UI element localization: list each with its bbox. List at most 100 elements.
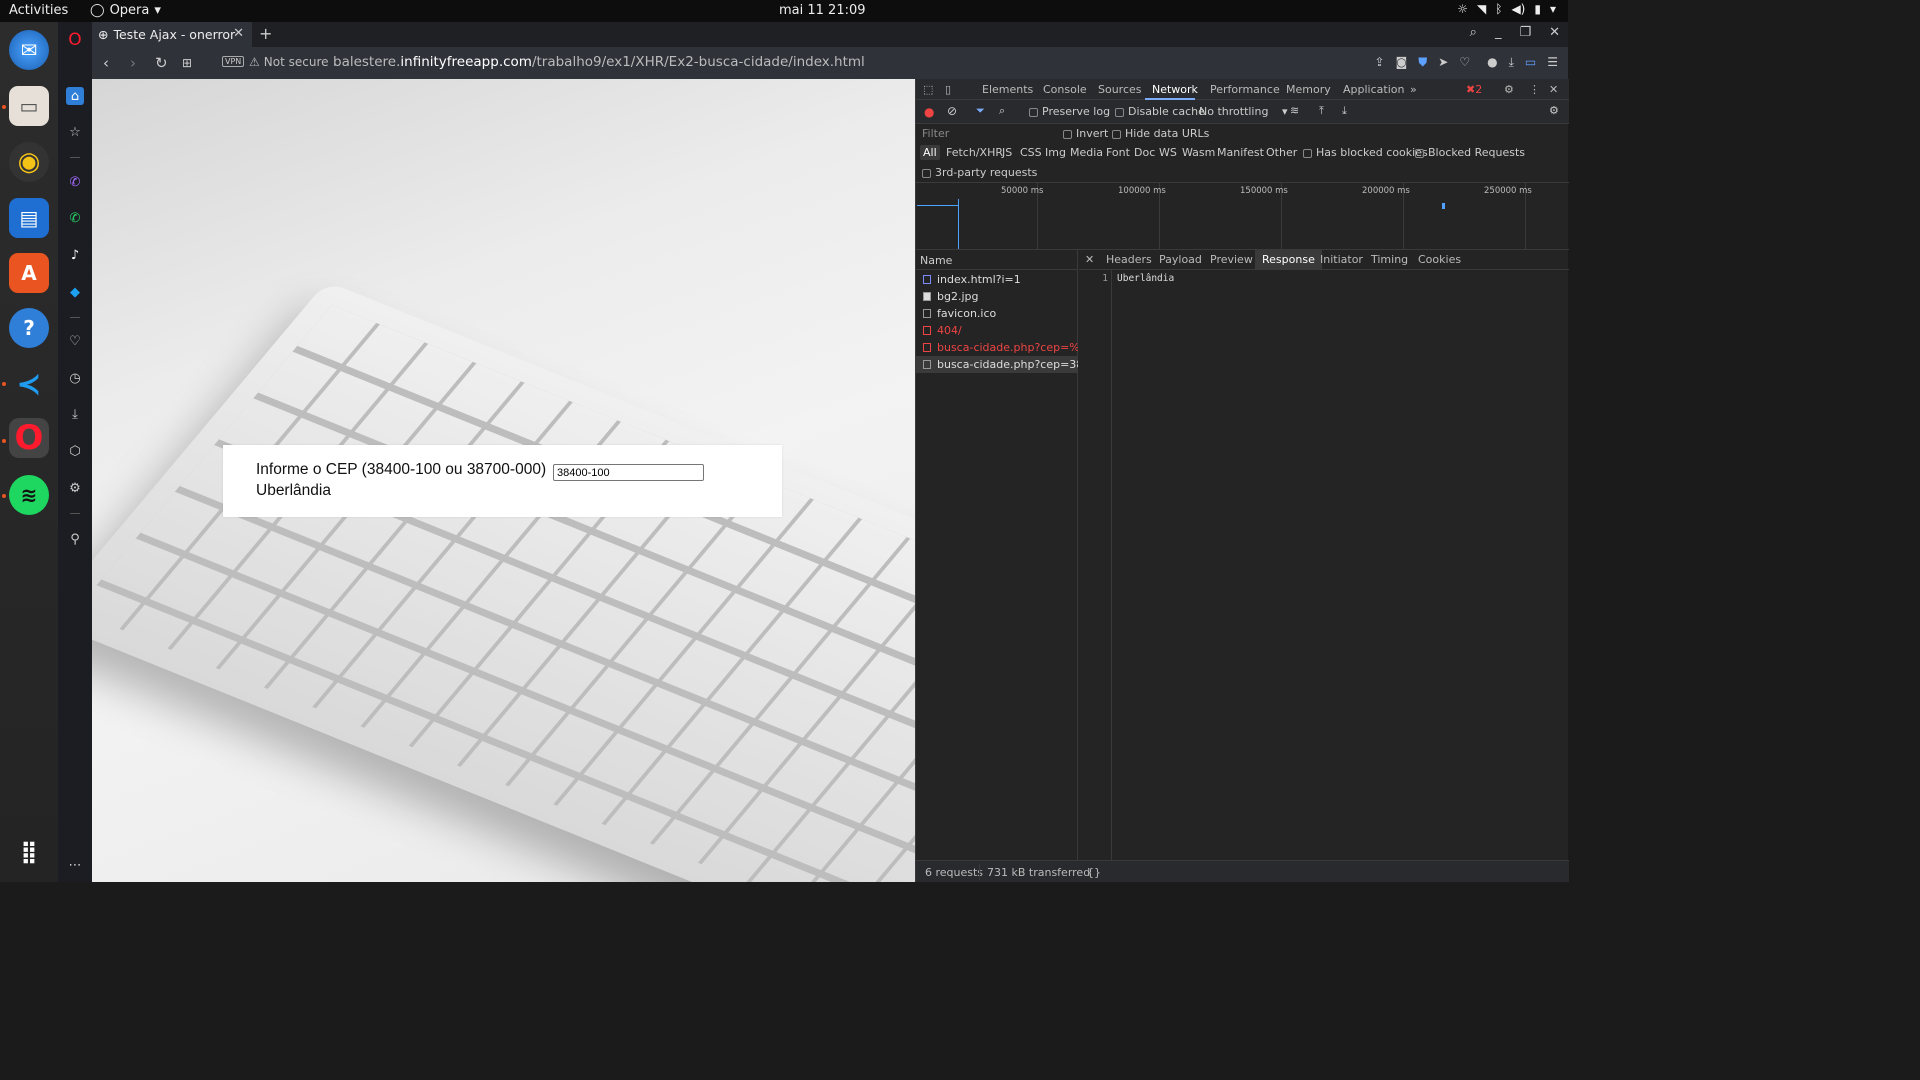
request-row[interactable]: busca-cidade.php?cep=%203... [916,339,1078,356]
detail-tab-cookies[interactable]: Cookies [1418,253,1461,266]
battery-saver-icon[interactable]: ▭ [1525,55,1536,70]
error-count-badge[interactable]: ✖2 [1466,83,1482,96]
throttling-select[interactable]: No throttling ▾ [1199,105,1287,118]
tab-network[interactable]: Network [1152,83,1198,96]
brightness-icon[interactable]: ☼ [1457,2,1468,16]
export-har-icon[interactable]: ⤓ [1342,104,1347,118]
minimize-icon[interactable]: _ [1495,25,1502,40]
download-icon[interactable]: ⤓ [1509,55,1514,70]
forward-icon[interactable]: › [130,54,136,72]
detail-tab-response[interactable]: Response [1255,250,1322,270]
shield-icon[interactable]: ⛊ [1418,55,1427,70]
request-row[interactable]: 404/ [916,322,1078,339]
star-icon[interactable]: ☆ [66,123,84,141]
type-filter-js[interactable]: JS [1002,146,1012,159]
close-devtools-icon[interactable]: ✕ [1549,83,1558,96]
bluetooth-icon[interactable]: ᛒ [1495,2,1502,16]
history-icon[interactable]: ◷ [66,369,84,387]
tab-application[interactable]: Application [1343,83,1404,96]
detail-tab-payload[interactable]: Payload [1159,253,1202,266]
settings-gear-icon[interactable]: ⚙ [1504,83,1514,96]
vscode-icon[interactable]: ≺ [9,364,49,404]
restore-icon[interactable]: ❐ [1519,25,1531,40]
heart-icon[interactable]: ♡ [1459,55,1470,70]
new-tab-icon[interactable]: + [259,24,272,43]
detail-tab-headers[interactable]: Headers [1106,253,1152,266]
help-icon[interactable]: ? [9,308,49,348]
downloads-icon[interactable]: ⤓ [66,405,84,423]
detail-tab-timing[interactable]: Timing [1371,253,1408,266]
extensions-icon[interactable]: ⬡ [66,442,84,460]
type-filter-manifest[interactable]: Manifest [1217,146,1264,159]
type-filter-doc[interactable]: Doc [1134,146,1155,159]
vpn-badge[interactable]: VPN [222,56,245,67]
pretty-print-button[interactable]: {} [1087,866,1101,879]
close-detail-icon[interactable]: ✕ [1085,253,1094,266]
type-filter-other[interactable]: Other [1266,146,1297,159]
type-filter-all[interactable]: All [920,145,940,160]
name-column-header[interactable]: Name [916,250,1078,270]
home-icon[interactable]: ⌂ [66,87,84,105]
type-filter-ws[interactable]: WS [1159,146,1177,159]
device-toolbar-icon[interactable]: ▯ [945,83,951,96]
type-filter-media[interactable]: Media [1070,146,1103,159]
settings-icon[interactable]: ⚙ [66,479,84,497]
preserve-log-checkbox[interactable]: Preserve log [1029,105,1110,118]
back-icon[interactable]: ‹ [103,54,109,72]
system-clock[interactable]: mai 11 21:09 [779,3,866,18]
activities-button[interactable]: Activities [9,3,68,18]
filter-input[interactable]: Filter [922,127,949,140]
close-window-icon[interactable]: ✕ [1549,25,1560,40]
detail-tab-initiator[interactable]: Initiator [1320,253,1363,266]
app-menu[interactable]: ◯ Opera ▾ [90,3,161,18]
camera-icon[interactable]: ◙ [1396,55,1408,70]
power-menu-icon[interactable]: ▾ [1550,2,1556,16]
invert-checkbox[interactable]: Invert [1063,127,1108,140]
rhythmbox-icon[interactable]: ◉ [9,142,49,182]
battery-icon[interactable]: ▮ [1534,2,1541,16]
tab-elements[interactable]: Elements [982,83,1033,96]
whatsapp-icon[interactable]: ✆ [66,209,84,227]
type-filter-css[interactable]: CSS [1020,146,1042,159]
record-icon[interactable]: ● [924,105,934,119]
security-indicator[interactable]: ⚠ Not secure [249,55,329,69]
search-tabs-icon[interactable]: ⌕ [1470,25,1477,40]
tab-memory[interactable]: Memory [1286,83,1331,96]
tab-grid-icon[interactable]: ⊞ [182,56,192,70]
has-blocked-cookies-checkbox[interactable]: Has blocked cookies [1303,146,1428,159]
reload-icon[interactable]: ↻ [155,54,168,72]
network-conditions-icon[interactable]: ≋ [1290,104,1299,117]
send-icon[interactable]: ➤ [1438,55,1448,70]
tab-console[interactable]: Console [1043,83,1087,96]
wifi-icon[interactable]: ◥ [1477,2,1486,16]
close-tab-icon[interactable]: ✕ [233,26,244,41]
lightbulb-icon[interactable]: ⚲ [66,530,84,548]
response-viewer[interactable]: 1 Uberlândia [1079,270,1569,860]
thunderbird-icon[interactable]: ✉ [9,30,49,70]
browser-tab[interactable]: ⊕ Teste Ajax - onerror ✕ [92,22,252,47]
request-row[interactable]: favicon.ico [916,305,1078,322]
type-filter-img[interactable]: Img [1045,146,1066,159]
request-row[interactable]: busca-cidade.php?cep=3840... [916,356,1078,373]
spotify-icon[interactable]: ≋ [9,475,49,515]
url-field[interactable]: balestere.infinityfreeapp.com/trabalho9/… [333,54,865,70]
kebab-menu-icon[interactable]: ⋮ [1529,83,1540,96]
tiktok-icon[interactable]: ♪ [66,246,84,264]
tab-performance[interactable]: Performance [1210,83,1280,96]
type-filter-fetch-xhr[interactable]: Fetch/XHR [946,146,1003,159]
import-har-icon[interactable]: ⤒ [1319,104,1324,118]
network-settings-icon[interactable]: ⚙ [1549,104,1559,117]
more-tabs-icon[interactable]: » [1410,83,1417,96]
easy-setup-icon[interactable]: ☰ [1547,55,1558,70]
search-icon[interactable]: ⌕ [999,104,1005,118]
network-overview-timeline[interactable]: 50000 ms 100000 ms 150000 ms 200000 ms 2… [916,183,1569,250]
detail-tab-preview[interactable]: Preview [1210,253,1253,266]
files-icon[interactable]: ▭ [9,86,49,126]
disable-cache-checkbox[interactable]: Disable cache [1115,105,1205,118]
system-tray[interactable]: ☼ ◥ ᛒ ◀) ▮ ▾ [1457,2,1556,16]
heart-icon[interactable]: ♡ [66,332,84,350]
third-party-checkbox[interactable]: 3rd-party requests [922,166,1037,179]
show-apps-icon[interactable]: ⣿ [9,832,49,872]
tab-sources[interactable]: Sources [1098,83,1142,96]
type-filter-wasm[interactable]: Wasm [1182,146,1215,159]
